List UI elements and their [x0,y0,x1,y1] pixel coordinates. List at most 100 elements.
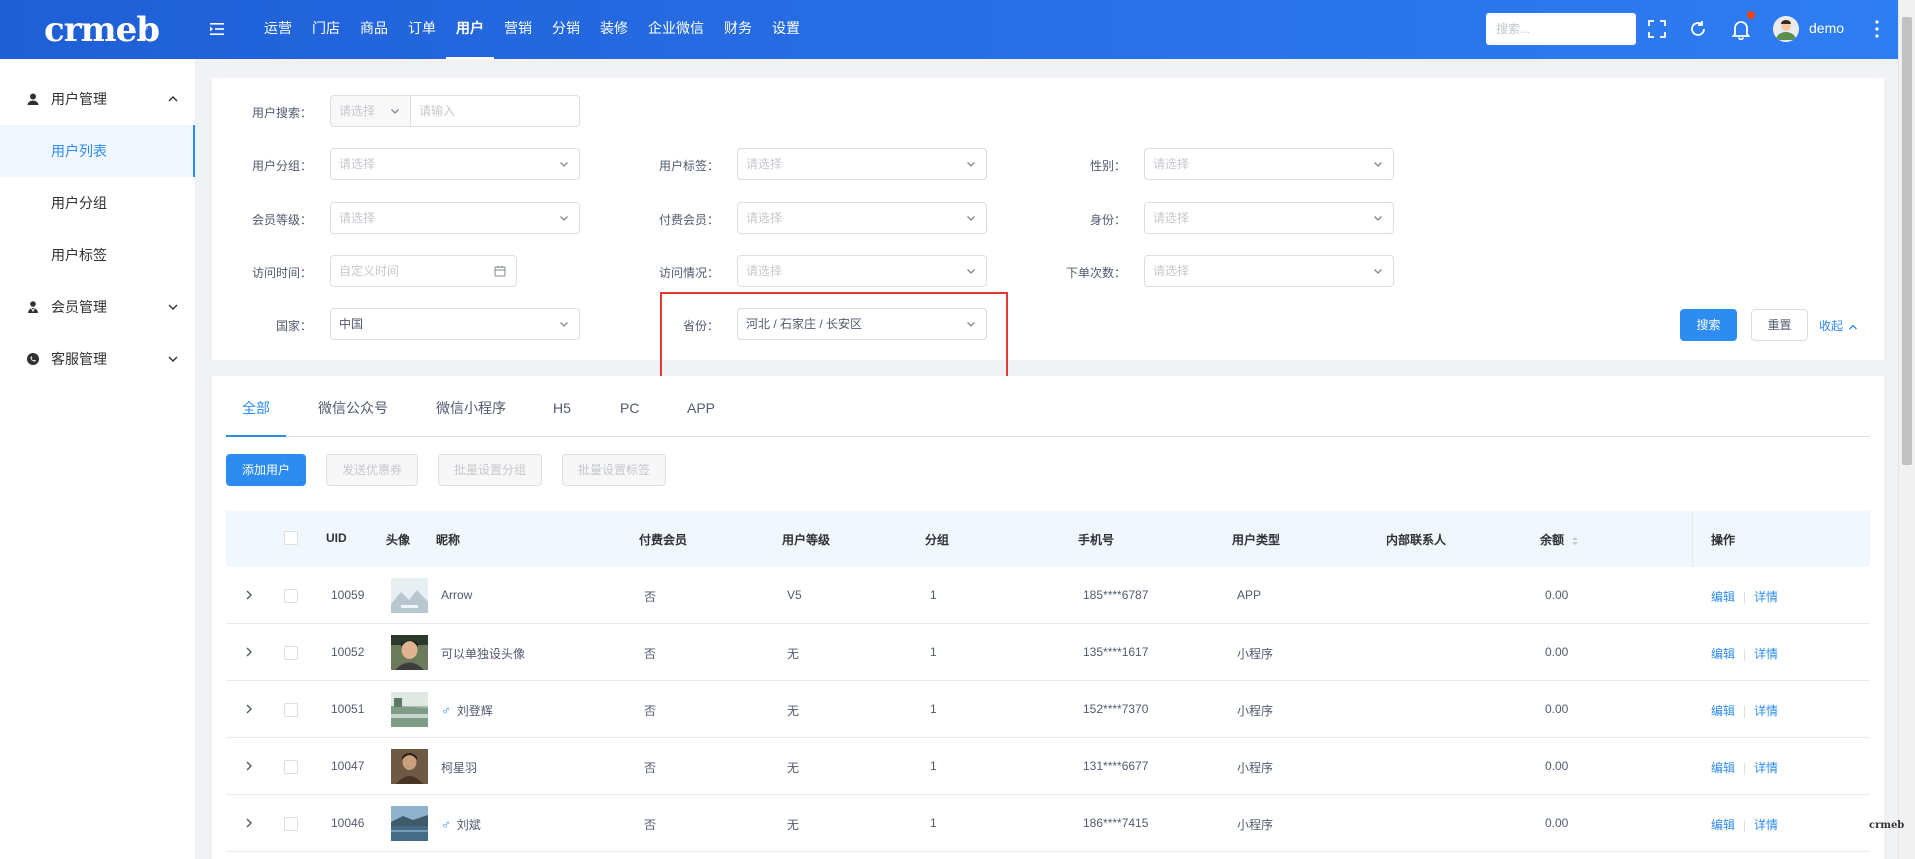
nav-operation[interactable]: 运营 [254,0,302,59]
expand-row-icon[interactable] [244,817,254,829]
edit-link[interactable]: 编辑 [1711,704,1735,718]
page-scrollbar[interactable] [1898,0,1915,859]
row-checkbox[interactable] [284,817,298,831]
select-placeholder: 请选择 [1153,211,1190,225]
expand-row-icon[interactable] [244,760,254,772]
tab-all[interactable]: 全部 [226,393,286,437]
expand-row-icon[interactable] [244,703,254,715]
nav-finance[interactable]: 财务 [714,0,762,59]
tab-app[interactable]: APP [687,393,715,437]
country-select[interactable]: 中国 [330,308,580,340]
fullscreen-icon[interactable] [1646,18,1668,40]
row-checkbox[interactable] [284,703,298,717]
refresh-icon[interactable] [1687,18,1709,40]
nav-product[interactable]: 商品 [350,0,398,59]
select-all-checkbox[interactable] [284,531,298,545]
header-search-input[interactable]: 搜索... [1486,13,1636,45]
scrollbar-thumb[interactable] [1902,17,1912,465]
sort-icon[interactable] [1571,536,1579,546]
visit-status-select[interactable]: 请选择 [737,255,987,287]
row-checkbox[interactable] [284,589,298,603]
avatar[interactable] [1773,16,1799,42]
search-button[interactable]: 搜索 [1680,309,1737,341]
expand-row-icon[interactable] [244,589,254,601]
nav-distribution[interactable]: 分销 [542,0,590,59]
nav-store[interactable]: 门店 [302,0,350,59]
cell-uid: 10046 [331,816,365,830]
nickname-text: 刘斌 [456,818,481,832]
add-user-button[interactable]: 添加用户 [226,454,306,486]
user-tag-select[interactable]: 请选择 [737,148,987,180]
more-icon[interactable] [1874,18,1880,40]
highlight-annotation-box [660,292,1008,383]
batch-set-tag-button[interactable]: 批量设置标签 [562,454,666,486]
chevron-down-icon [560,216,568,221]
send-coupon-button[interactable]: 发送优惠券 [326,454,418,486]
detail-link[interactable]: 详情 [1754,704,1778,718]
sidebar-item-user-tag[interactable]: 用户标签 [0,229,195,281]
detail-link[interactable]: 详情 [1754,761,1778,775]
user-search-type-select[interactable]: 请选择 [330,95,411,127]
visit-time-datepicker[interactable]: 自定义时间 [330,255,517,287]
menu-fold-icon[interactable] [207,19,227,39]
nav-settings[interactable]: 设置 [762,0,810,59]
country-label: 国家： [275,319,312,333]
tab-wechat-official[interactable]: 微信公众号 [318,393,388,437]
row-checkbox[interactable] [284,646,298,660]
sidebar-item-user-list[interactable]: 用户列表 [0,125,195,177]
user-group-select[interactable]: 请选择 [330,148,580,180]
logo[interactable]: crmeb ® [44,12,160,48]
edit-link[interactable]: 编辑 [1711,818,1735,832]
user-avatar-image [391,635,428,670]
sidebar-group-label: 会员管理 [51,299,107,315]
edit-link[interactable]: 编辑 [1711,647,1735,661]
edit-link[interactable]: 编辑 [1711,590,1735,604]
nav-order[interactable]: 订单 [398,0,446,59]
notification-dot [1747,11,1755,19]
sidebar-group-service-management[interactable]: 客服管理 [0,333,195,385]
divider [1744,705,1746,718]
identity-select[interactable]: 请选择 [1144,202,1394,234]
cell-group: 1 [930,645,937,659]
order-count-select[interactable]: 请选择 [1144,255,1394,287]
tab-wechat-miniprogram[interactable]: 微信小程序 [436,393,506,437]
cell-paid-member: 否 [644,647,657,661]
chevron-down-icon [1374,162,1382,167]
paid-member-select[interactable]: 请选择 [737,202,987,234]
sidebar-group-user-management[interactable]: 用户管理 [0,73,195,125]
nav-wecom[interactable]: 企业微信 [638,0,714,59]
nav-user[interactable]: 用户 [446,0,494,59]
member-level-select[interactable]: 请选择 [330,202,580,234]
select-placeholder: 请选择 [1153,157,1190,171]
row-checkbox[interactable] [284,760,298,774]
username[interactable]: demo [1809,20,1844,36]
cell-user-level: 无 [787,647,800,661]
nav-marketing[interactable]: 营销 [494,0,542,59]
reset-button[interactable]: 重置 [1751,309,1808,341]
gender-select[interactable]: 请选择 [1144,148,1394,180]
col-balance[interactable]: 余额 [1540,531,1579,548]
col-balance-label: 余额 [1540,533,1565,547]
bell-icon[interactable] [1730,18,1752,40]
detail-link[interactable]: 详情 [1754,818,1778,832]
chevron-down-icon [560,322,568,327]
visit-time-label: 访问时间： [251,266,312,280]
batch-set-group-button[interactable]: 批量设置分组 [438,454,542,486]
edit-link[interactable]: 编辑 [1711,761,1735,775]
detail-link[interactable]: 详情 [1754,647,1778,661]
cell-user-type: 小程序 [1237,818,1274,832]
sidebar-group-member-management[interactable]: 会员管理 [0,281,195,333]
sidebar-item-user-group[interactable]: 用户分组 [0,177,195,229]
user-search-input[interactable]: 请输入 [410,95,580,127]
detail-link[interactable]: 详情 [1754,590,1778,604]
cell-uid: 10051 [331,702,365,716]
tab-pc[interactable]: PC [620,393,639,437]
cell-group: 1 [930,702,937,716]
nav-decoration[interactable]: 装修 [590,0,638,59]
expand-row-icon[interactable] [244,646,254,658]
tab-h5[interactable]: H5 [553,393,571,437]
user-avatar-image [391,806,428,841]
collapse-filter-link[interactable]: 收起 [1819,317,1858,334]
calendar-icon [494,266,506,277]
identity-label: 身份： [1089,213,1126,227]
